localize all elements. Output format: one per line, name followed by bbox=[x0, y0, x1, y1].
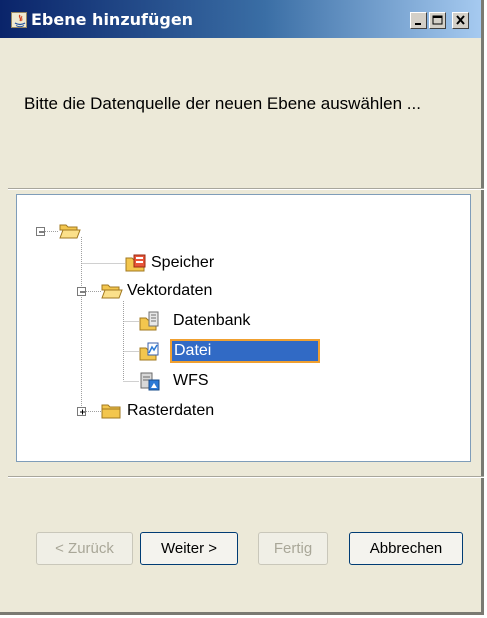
tree-item-speicher[interactable]: Speicher bbox=[151, 253, 214, 273]
wfs-icon bbox=[139, 371, 161, 391]
tree-item-datenbank[interactable]: Datenbank bbox=[173, 311, 250, 331]
finish-button[interactable]: Fertig bbox=[258, 532, 328, 565]
title-bar[interactable]: Ebene hinzufügen bbox=[0, 0, 481, 38]
file-icon bbox=[139, 341, 161, 361]
minimize-button[interactable] bbox=[410, 12, 427, 29]
back-button[interactable]: < Zurück bbox=[36, 532, 133, 565]
rasterdaten-expand-toggle[interactable] bbox=[77, 407, 86, 416]
data-source-tree[interactable]: Speicher Vektordaten Datenbank Datei WFS… bbox=[16, 194, 471, 462]
top-separator bbox=[8, 188, 484, 190]
window-title: Ebene hinzufügen bbox=[31, 10, 194, 29]
maximize-button[interactable] bbox=[429, 12, 446, 29]
closed-folder-icon bbox=[101, 401, 123, 421]
root-open-folder-icon bbox=[59, 221, 81, 241]
java-app-icon bbox=[11, 12, 27, 28]
cancel-button[interactable]: Abbrechen bbox=[349, 532, 463, 565]
memory-folder-icon bbox=[125, 253, 147, 273]
tree-item-rasterdaten[interactable]: Rasterdaten bbox=[127, 401, 214, 421]
root-collapse-toggle[interactable] bbox=[36, 227, 45, 236]
next-button[interactable]: Weiter > bbox=[140, 532, 238, 565]
open-folder-icon bbox=[101, 281, 123, 301]
database-icon bbox=[139, 311, 161, 331]
tree-item-wfs[interactable]: WFS bbox=[173, 371, 209, 391]
close-button[interactable] bbox=[452, 12, 469, 29]
bottom-separator bbox=[8, 476, 484, 478]
dialog-window: Ebene hinzufügen Bitte die Datenquelle d… bbox=[0, 0, 484, 615]
instruction-text: Bitte die Datenquelle der neuen Ebene au… bbox=[24, 94, 421, 113]
vektordaten-collapse-toggle[interactable] bbox=[77, 287, 86, 296]
tree-item-datei[interactable]: Datei bbox=[170, 339, 320, 363]
tree-item-vektordaten[interactable]: Vektordaten bbox=[127, 281, 212, 301]
